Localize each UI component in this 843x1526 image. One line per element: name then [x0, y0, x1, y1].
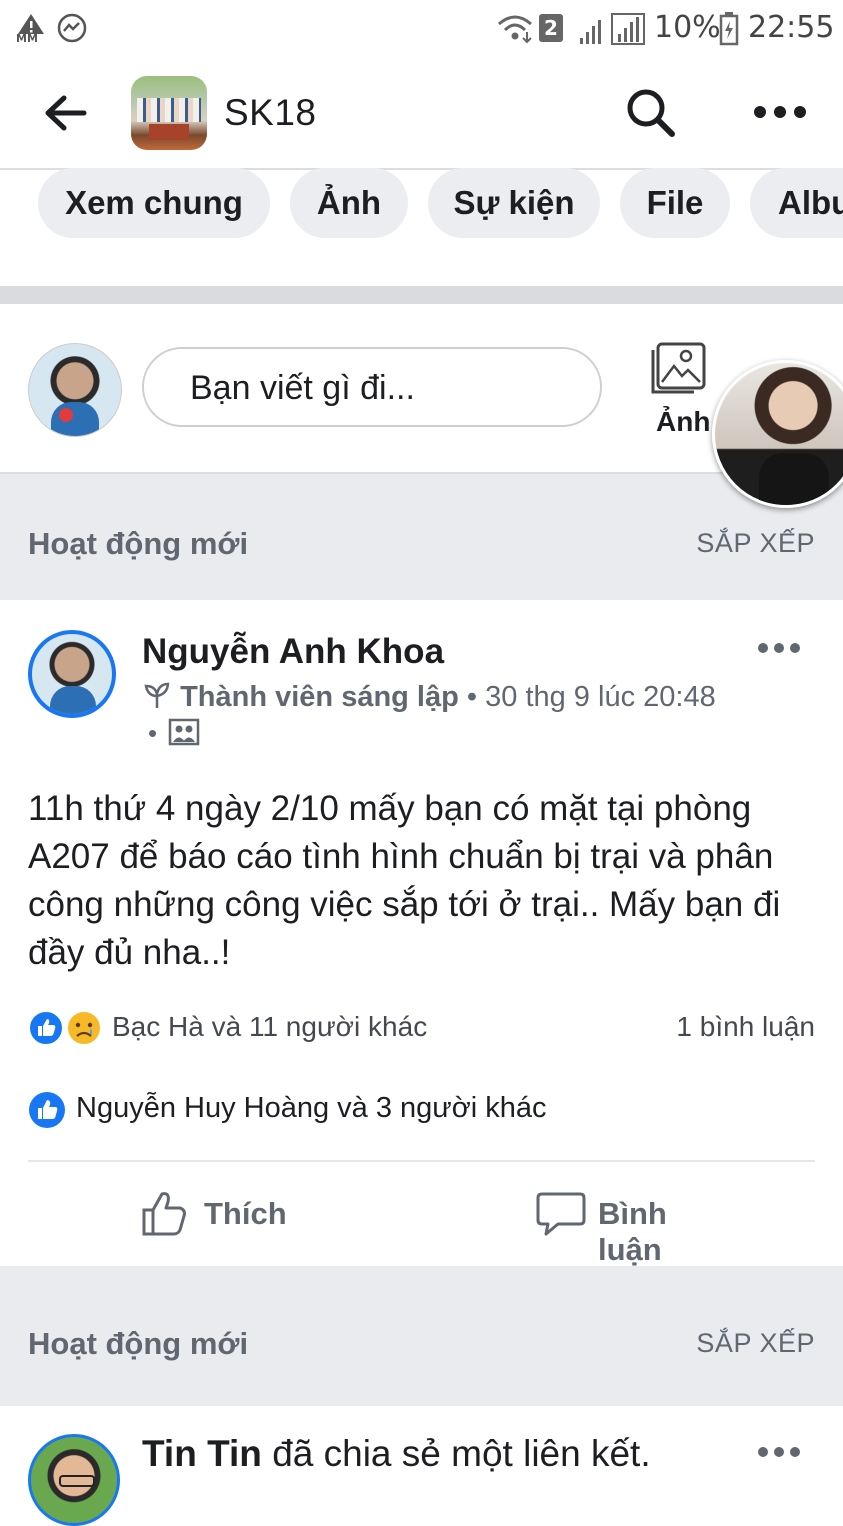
photo-icon[interactable]	[650, 336, 710, 396]
post-actions-divider	[28, 1160, 815, 1162]
like-button[interactable]: Thích	[140, 1186, 290, 1242]
tab-bar: Xem chung Ảnh Sự kiện File Albu	[0, 0, 843, 260]
feed-section-header-2: Hoạt động mới SẮP XẾP	[0, 1266, 843, 1406]
feed-section-header: Hoạt động mới SẮP XẾP	[0, 472, 843, 602]
sort-button[interactable]: SẮP XẾP	[696, 528, 815, 559]
photo-label[interactable]: Ảnh	[656, 406, 710, 438]
comment-button[interactable]: Bình luận	[536, 1186, 736, 1267]
post2-headline: Tin Tin đã chia sẻ một liên kết.	[142, 1433, 651, 1475]
group-audience-icon	[168, 718, 200, 746]
tab-label: Xem chung	[65, 184, 243, 221]
comment-label: Bình luận	[598, 1196, 667, 1267]
user-avatar[interactable]	[28, 343, 122, 437]
section-divider	[0, 286, 843, 304]
meta-separator-2: •	[148, 718, 158, 748]
sprout-icon	[144, 682, 170, 708]
section-title: Hoạt động mới	[28, 526, 249, 561]
comments-count[interactable]: 1 bình luận	[676, 1011, 815, 1043]
post-author-name[interactable]: Nguyễn Anh Khoa	[142, 632, 444, 672]
tab-overview[interactable]: Xem chung	[38, 168, 270, 238]
post2-author-avatar[interactable]	[28, 1434, 120, 1526]
tab-label: Ảnh	[316, 184, 382, 221]
tab-label: Albu	[778, 184, 843, 221]
reactions-summary[interactable]: Bạc Hà và 11 người khác	[112, 1011, 427, 1043]
post-timestamp[interactable]: 30 thg 9 lúc 20:48	[485, 681, 716, 713]
member-role: Thành viên sáng lập	[180, 681, 459, 713]
post2-author-name[interactable]: Tin Tin	[142, 1433, 262, 1474]
tab-label: Sự kiện	[453, 184, 575, 221]
tab-albums[interactable]: Albu	[750, 168, 843, 238]
like-badge-icon	[29, 1092, 65, 1128]
post2-action: đã chia sẻ một liên kết.	[261, 1433, 651, 1474]
tab-label: File	[646, 184, 704, 221]
composer-input[interactable]: Bạn viết gì đi...	[142, 347, 602, 427]
post-body: 11h thứ 4 ngày 2/10 mấy bạn có mặt tại p…	[28, 789, 781, 972]
seen-by-summary[interactable]: Nguyễn Huy Hoàng và 3 người khác	[76, 1092, 546, 1125]
reaction-icons[interactable]	[28, 1008, 106, 1048]
comment-icon	[536, 1192, 586, 1236]
composer-placeholder: Bạn viết gì đi...	[190, 369, 415, 407]
thumbs-up-icon	[142, 1192, 186, 1236]
post-meta: Thành viên sáng lập • 30 thg 9 lúc 20:48	[142, 680, 716, 714]
section-title-2: Hoạt động mới	[28, 1326, 249, 1361]
post2-more-icon[interactable]	[756, 1444, 802, 1460]
meta-separator: •	[466, 681, 478, 713]
sort-button-2[interactable]: SẮP XẾP	[696, 1328, 815, 1359]
like-label: Thích	[204, 1196, 287, 1231]
post-author-avatar[interactable]	[28, 630, 116, 718]
post-more-icon[interactable]	[756, 640, 802, 656]
tab-files[interactable]: File	[620, 168, 730, 238]
tab-photos[interactable]: Ảnh	[290, 168, 408, 238]
tab-events[interactable]: Sự kiện	[428, 168, 600, 238]
